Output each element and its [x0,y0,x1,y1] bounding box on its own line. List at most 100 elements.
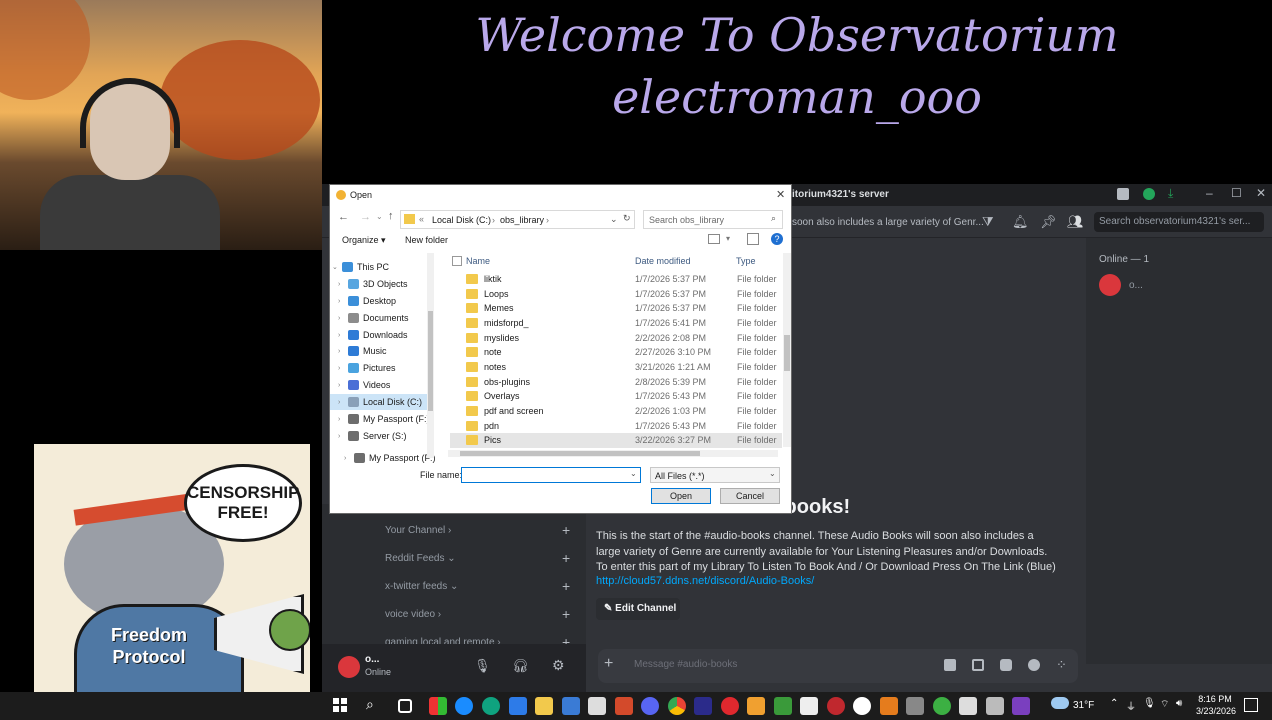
gift-icon[interactable] [944,659,956,671]
app-icon[interactable] [827,697,845,715]
nav-item-videos[interactable]: › Videos [330,377,430,393]
app-icon[interactable] [986,697,1004,715]
clock-time[interactable]: 8:16 PM [1198,694,1232,704]
audio-books-link[interactable]: http://cloud57.ddns.net/discord/Audio-Bo… [596,575,814,587]
task-view-icon[interactable] [398,699,412,713]
file-row[interactable]: myslides 2/2/2026 2:08 PM File folder [450,331,782,346]
headphones-icon[interactable]: 🎧︎ [512,658,529,674]
file-row[interactable]: notes 3/21/2026 1:21 AM File folder [450,360,782,375]
notifications-icon[interactable] [1244,698,1258,712]
search-icon[interactable]: ⌕ [366,696,374,713]
avatar[interactable] [1099,274,1121,296]
address-dropdown-icon[interactable]: ⌄ [610,214,618,225]
app-icon[interactable] [933,697,951,715]
file-list-scrollbar-thumb[interactable] [784,335,790,371]
minimize-icon[interactable]: – [1206,186,1213,200]
clock-date[interactable]: 3/23/2026 [1194,706,1238,716]
opera-icon[interactable] [721,697,739,715]
app-icon[interactable] [694,697,712,715]
bell-icon[interactable]: 🔔︎ [1012,214,1029,230]
preview-pane-icon[interactable] [747,233,759,245]
nav-scrollbar-thumb[interactable] [428,311,433,411]
breadcrumb-drive[interactable]: Local Disk (C:) [432,215,491,225]
sticker-icon[interactable] [1000,659,1012,671]
file-explorer-icon[interactable] [535,697,553,715]
help-icon[interactable] [1143,188,1155,200]
file-row[interactable]: note 2/27/2026 3:10 PM File folder [450,345,782,360]
app-icon[interactable] [429,697,447,715]
app-icon[interactable] [1012,697,1030,715]
gif-icon[interactable] [972,659,984,671]
member-name[interactable]: o... [1129,280,1143,291]
attach-icon[interactable]: + [604,655,613,673]
file-row[interactable]: liktik 1/7/2026 5:37 PM File folder [450,272,782,287]
category-your-channel[interactable]: Your Channel › [385,525,451,536]
volume-icon[interactable]: 🔊︎ [1176,698,1182,709]
chrome-icon[interactable] [668,697,686,715]
message-input[interactable]: + Message #audio-books ⁘ [598,649,1078,683]
organize-button[interactable]: Organize ▾ [342,235,386,246]
network-icon[interactable]: ⌔ [1160,698,1169,711]
obs-icon[interactable] [853,697,871,715]
forward-icon[interactable]: → [360,211,371,223]
microphone-icon[interactable]: 🎙︎ [474,658,491,674]
nav-item-downloads[interactable]: › Downloads [330,327,430,343]
maximize-icon[interactable]: ☐ [1231,186,1242,200]
app-icon[interactable] [455,697,473,715]
app-icon[interactable] [588,697,606,715]
edge-icon[interactable] [482,697,500,715]
microphone-icon[interactable]: 🎙︎ [1143,698,1156,709]
nav-item-server[interactable]: › Server (S:) [330,428,430,444]
category-voice-video[interactable]: voice video › [385,609,441,620]
nav-item-music[interactable]: › Music [330,343,430,359]
recent-dropdown-icon[interactable]: ⌄ [376,212,383,221]
channel-topic[interactable]: soon also includes a large variety of Ge… [792,217,984,228]
temperature[interactable]: 31°F [1073,700,1094,711]
inbox-icon[interactable] [1117,188,1129,200]
settings-icon[interactable]: ⚙ [552,657,565,674]
nav-item-this-pc[interactable]: ⌄ This PC [324,259,424,275]
up-icon[interactable]: ↑ [388,210,394,222]
apps-icon[interactable]: ⁘ [1056,657,1067,673]
app-icon[interactable] [509,697,527,715]
refresh-icon[interactable]: ↻ [623,213,631,224]
file-row[interactable]: pdf and screen 2/2/2026 1:03 PM File folde… [450,404,782,419]
pin-icon[interactable]: 📌︎ [1040,214,1057,230]
download-icon[interactable]: ⤓ [1168,186,1173,201]
app-icon[interactable] [774,697,792,715]
store-icon[interactable] [562,697,580,715]
app-icon[interactable] [906,697,924,715]
select-all-checkbox[interactable] [452,256,462,266]
edit-channel-button[interactable]: ✎ Edit Channel [596,598,680,620]
chevron-up-icon[interactable]: ⌃ [1110,698,1118,709]
add-channel-icon[interactable]: + [562,606,570,622]
file-row[interactable]: Memes 1/7/2026 5:37 PM File folder [450,301,782,316]
file-row[interactable]: Overlays 1/7/2026 5:43 PM File folder [450,389,782,404]
address-bar[interactable]: « Local Disk (C:) › obs_library › ⌄ ↻ [400,210,635,229]
weather-icon[interactable] [1051,697,1069,709]
vlc-icon[interactable] [880,697,898,715]
add-channel-icon[interactable]: + [562,522,570,538]
open-button[interactable]: Open [651,488,711,504]
usb-icon[interactable]: ⏚ [1126,698,1136,713]
file-name-input[interactable]: ⌄ [461,467,641,483]
nav-item-desktop[interactable]: › Desktop [330,293,430,309]
file-row[interactable]: Pics 3/22/2026 3:27 PM File folder [450,433,782,448]
nav-item-local-disk[interactable]: › Local Disk (C:) [330,394,430,410]
nav-item-documents[interactable]: › Documents [330,310,430,326]
file-name-dropdown-icon[interactable]: ⌄ [630,469,637,478]
notepad-icon[interactable] [800,697,818,715]
new-folder-button[interactable]: New folder [405,235,448,245]
app-icon[interactable] [747,697,765,715]
breadcrumb-folder[interactable]: obs_library [500,215,544,225]
add-channel-icon[interactable]: + [562,578,570,594]
user-avatar[interactable] [338,656,360,678]
horizontal-scrollbar-thumb[interactable] [460,451,700,456]
view-options-icon[interactable] [708,234,720,244]
category-x-twitter-feeds[interactable]: x-twitter feeds ⌄ [385,581,458,592]
members-icon[interactable]: 👥︎ [1067,214,1084,230]
category-reddit-feeds[interactable]: Reddit Feeds ⌄ [385,553,456,564]
column-type[interactable]: Type [736,256,756,266]
discord-icon[interactable] [641,697,659,715]
nav-item-3d-objects[interactable]: › 3D Objects [330,276,430,292]
